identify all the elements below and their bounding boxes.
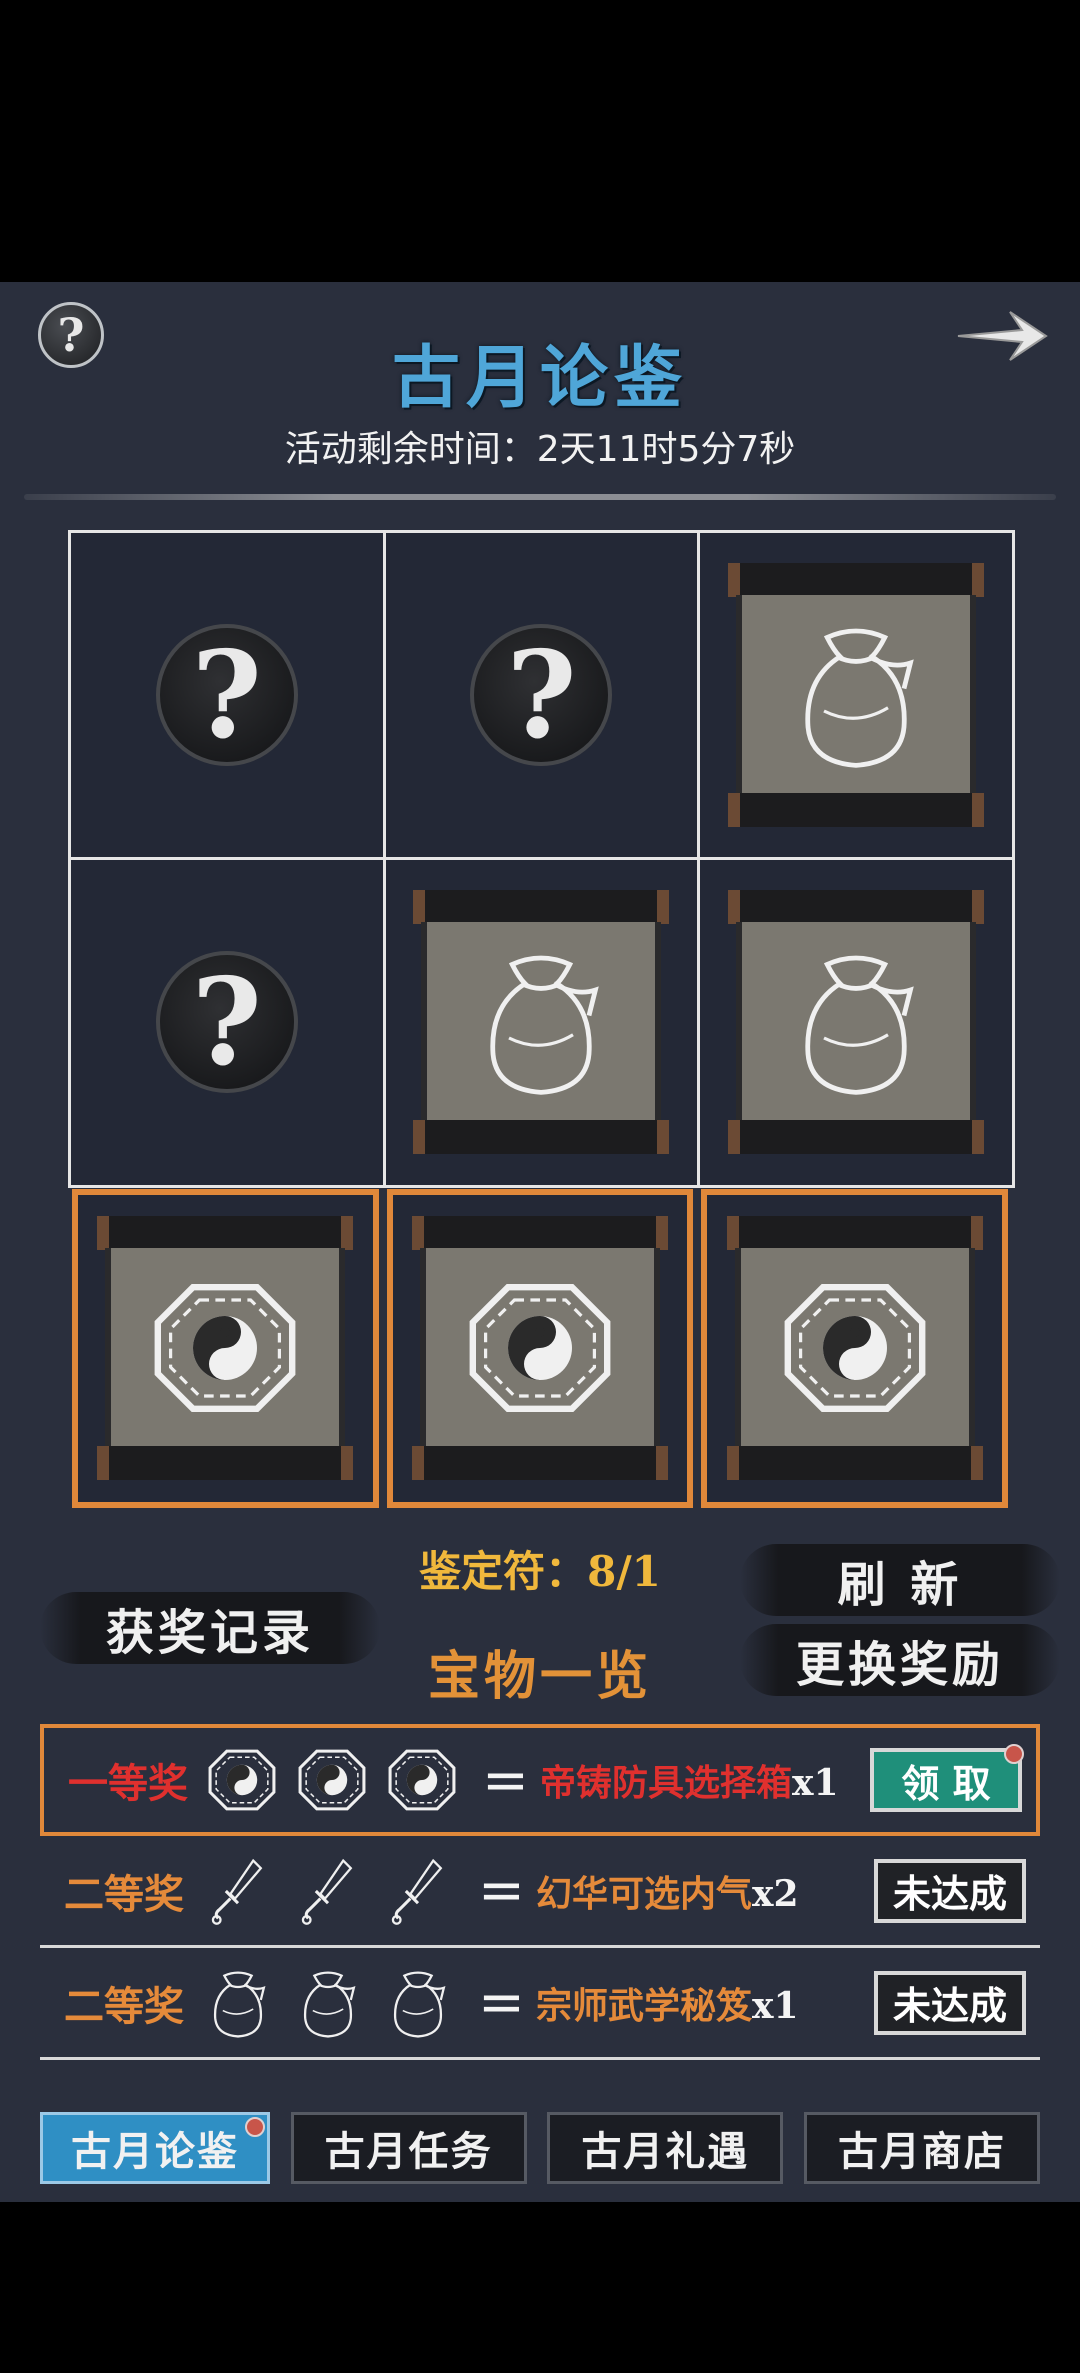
tab-label: 古月礼遇 [581, 2128, 750, 2175]
grid-cell[interactable]: ? [68, 857, 386, 1188]
prize-tier-label: 二等奖 [64, 1870, 184, 1918]
prize-row: 二等奖 = 宗师武学秘笈x1 未达成 [40, 1948, 1040, 2060]
prize-reward: 帝铸防具选择箱x1 [540, 1754, 839, 1806]
prize-combo-icons [200, 1853, 456, 1929]
appraisal-grid: ??? [68, 530, 1015, 1512]
treasure-overview-link[interactable]: 宝物一览 [0, 1634, 1080, 1709]
notification-dot [245, 2117, 265, 2137]
prize-row: 二等奖 = 幻华可选内气x2 未达成 [40, 1836, 1040, 1948]
not-achieved-button[interactable]: 未达成 [874, 1970, 1026, 2035]
prize-tier-label: 二等奖 [64, 1982, 184, 2030]
tab-label: 古月任务 [324, 2128, 493, 2175]
pouch-icon [776, 942, 936, 1102]
question-icon: ? [155, 624, 298, 767]
pouch-icon [200, 1965, 276, 2041]
grid-cell[interactable] [697, 530, 1015, 861]
tab-2[interactable]: 古月任务 [290, 2112, 527, 2184]
equals-icon: = [478, 1970, 525, 2035]
prize-list: 一等奖 = 帝铸防具选择箱x1 领 取二等奖 = 幻华可选内气x2 未达成 二等奖 = 宗师武学秘… [40, 1724, 1040, 2060]
prize-combo-icons [204, 1742, 460, 1818]
prize-row: 一等奖 = 帝铸防具选择箱x1 领 取 [40, 1724, 1040, 1836]
prize-reward: 宗师武学秘笈x1 [536, 1977, 799, 2029]
dagger-icon [380, 1853, 456, 1929]
tab-3[interactable]: 古月礼遇 [547, 2112, 784, 2184]
dagger-icon [290, 1853, 366, 1929]
claim-button[interactable]: 领 取 [870, 1744, 1024, 1812]
notification-dot [1004, 1744, 1024, 1764]
bagua-icon [775, 1268, 935, 1428]
reward-quantity: x2 [752, 1872, 799, 1915]
tab-label: 古月商店 [837, 2128, 1006, 2175]
pouch-icon [290, 1965, 366, 2041]
divider [24, 494, 1056, 500]
not-achieved-button[interactable]: 未达成 [874, 1858, 1026, 1923]
scroll-frame [728, 890, 985, 1155]
page-title: 古月论鉴 [391, 338, 688, 418]
scroll-frame [411, 1216, 668, 1481]
scroll-frame [726, 1216, 983, 1481]
refresh-button[interactable]: 刷 新 [740, 1544, 1060, 1616]
grid-cell[interactable] [701, 1188, 1008, 1508]
bagua-icon [294, 1742, 370, 1818]
reward-name: 帝铸防具选择箱 [540, 1762, 793, 1804]
bagua-icon [384, 1742, 460, 1818]
reward-name: 宗师武学秘笈 [536, 1984, 753, 2027]
pouch-icon [776, 615, 936, 775]
question-icon: ? [155, 951, 298, 1094]
bagua-icon [204, 1742, 280, 1818]
tab-1[interactable]: 古月论鉴 [40, 2112, 270, 2184]
prize-reward: 幻华可选内气x2 [536, 1865, 799, 1917]
scroll-frame [413, 890, 670, 1155]
prize-combo-icons [200, 1965, 456, 2041]
grid-cell[interactable] [697, 857, 1015, 1188]
grid-cell[interactable] [72, 1188, 379, 1508]
pouch-icon [461, 942, 621, 1102]
prize-tier-label: 一等奖 [68, 1760, 188, 1807]
tab-label: 古月论鉴 [71, 2128, 239, 2175]
scroll-frame [97, 1216, 354, 1481]
reward-quantity: x1 [792, 1762, 839, 1804]
question-icon: ? [470, 624, 613, 767]
reward-quantity: x1 [752, 1984, 799, 2027]
grid-cell[interactable]: ? [68, 530, 386, 861]
grid-cell[interactable] [386, 1188, 694, 1508]
bottom-tabs: 古月论鉴 古月任务 古月礼遇 古月商店 [40, 2112, 1040, 2190]
grid-cell[interactable] [382, 857, 701, 1188]
reward-name: 幻华可选内气 [536, 1872, 753, 1915]
bagua-icon [145, 1268, 305, 1428]
scroll-frame [728, 563, 985, 828]
bagua-icon [460, 1268, 620, 1428]
pouch-icon [380, 1965, 456, 2041]
countdown-timer: 活动剩余时间：2天11时5分7秒 [284, 429, 796, 470]
equals-icon: = [478, 1858, 525, 1923]
equals-icon: = [482, 1747, 529, 1813]
event-panel: ? 古月论鉴 活动剩余时间：2天11时5分7秒 ??? 鉴定符：8/1 获奖记录… [0, 282, 1080, 2202]
refresh-label: 刷 新 [837, 1557, 963, 1613]
bottom-bar [0, 2202, 1080, 2373]
tab-4[interactable]: 古月商店 [803, 2112, 1040, 2184]
grid-cell[interactable]: ? [382, 530, 701, 861]
dagger-icon [200, 1853, 276, 1929]
